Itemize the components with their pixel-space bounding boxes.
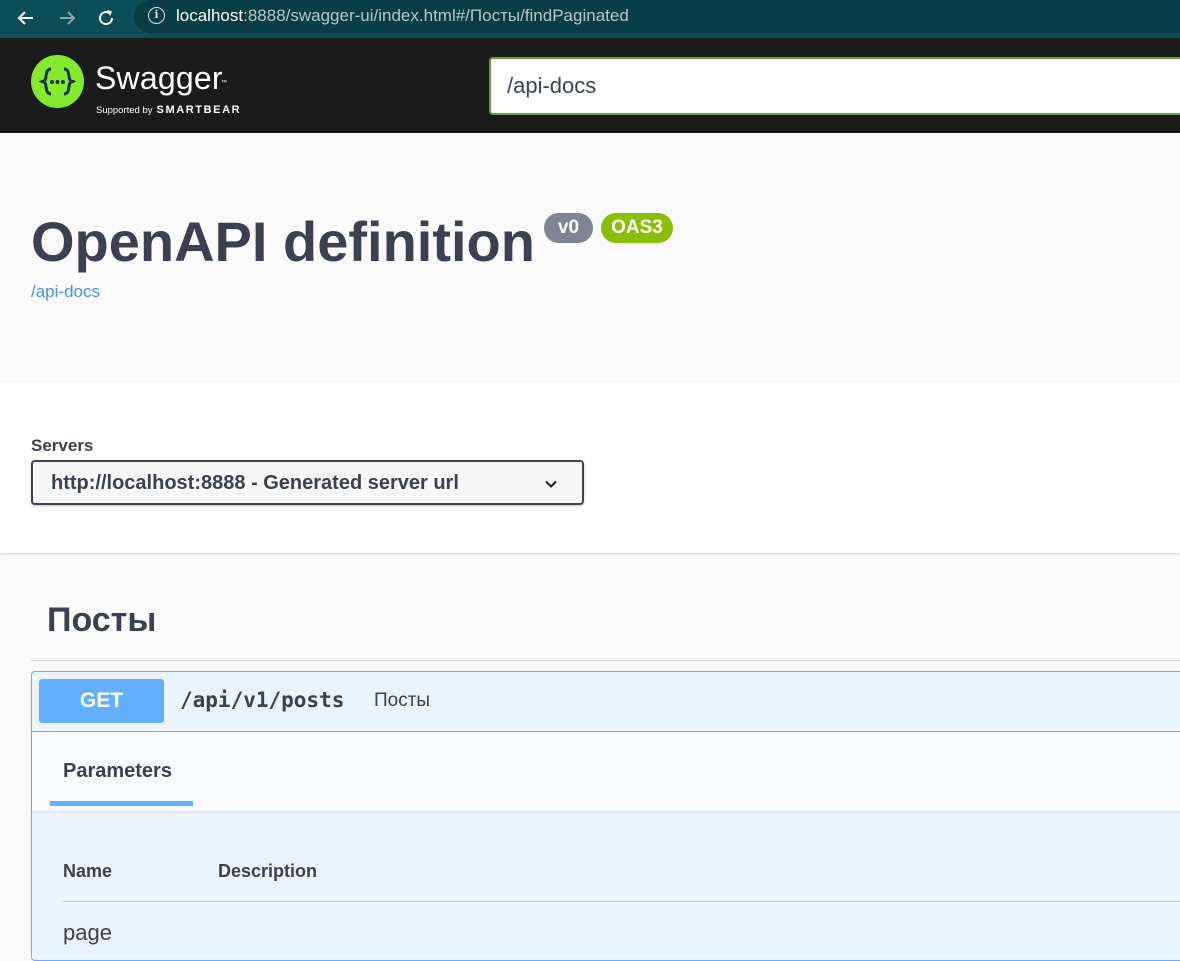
oas-badge: OAS3 xyxy=(601,213,673,243)
operation-path[interactable]: /api/v1/posts xyxy=(180,688,344,712)
tag-title[interactable]: Посты xyxy=(47,601,156,640)
url-path: :8888/swagger-ui/index.html#/Посты/findP… xyxy=(243,6,629,25)
column-header-name: Name xyxy=(63,861,113,881)
forward-icon[interactable] xyxy=(53,4,81,32)
supported-by: Supported by SMARTBEAR xyxy=(96,104,241,116)
tab-active-underline xyxy=(50,801,193,806)
server-select[interactable]: http://localhost:8888 - Generated server… xyxy=(31,460,584,505)
reload-icon[interactable] xyxy=(92,4,120,32)
address-url[interactable]: localhost:8888/swagger-ui/index.html#/По… xyxy=(176,6,629,26)
swagger-logo-icon[interactable] xyxy=(31,55,84,108)
parameter-name: page xyxy=(63,920,112,945)
trademark: ™ xyxy=(221,80,227,86)
chevron-down-icon xyxy=(545,480,557,488)
server-select-value: http://localhost:8888 - Generated server… xyxy=(51,472,459,494)
spec-url-input[interactable]: /api-docs xyxy=(489,57,1180,115)
servers-label: Servers xyxy=(31,436,94,455)
operation-description[interactable]: Посты xyxy=(374,690,430,712)
api-docs-link[interactable]: /api-docs xyxy=(31,282,100,302)
tab-parameters[interactable]: Parameters xyxy=(63,760,172,783)
params-divider xyxy=(63,901,1180,902)
swagger-logo-text: Swagger xyxy=(95,60,223,96)
site-info-icon[interactable]: i xyxy=(148,7,165,24)
parameters-tab-header xyxy=(32,732,1180,811)
back-icon[interactable] xyxy=(12,4,40,32)
url-host: localhost xyxy=(176,6,244,25)
method-badge[interactable]: GET xyxy=(39,679,164,723)
column-header-description: Description xyxy=(218,861,318,881)
supported-by-label: Supported by xyxy=(96,105,153,116)
version-badge: v0 xyxy=(544,213,593,243)
page-title: OpenAPI definition xyxy=(31,210,535,273)
smartbear-brand: SMARTBEAR xyxy=(156,104,242,116)
tag-divider xyxy=(31,660,1180,661)
